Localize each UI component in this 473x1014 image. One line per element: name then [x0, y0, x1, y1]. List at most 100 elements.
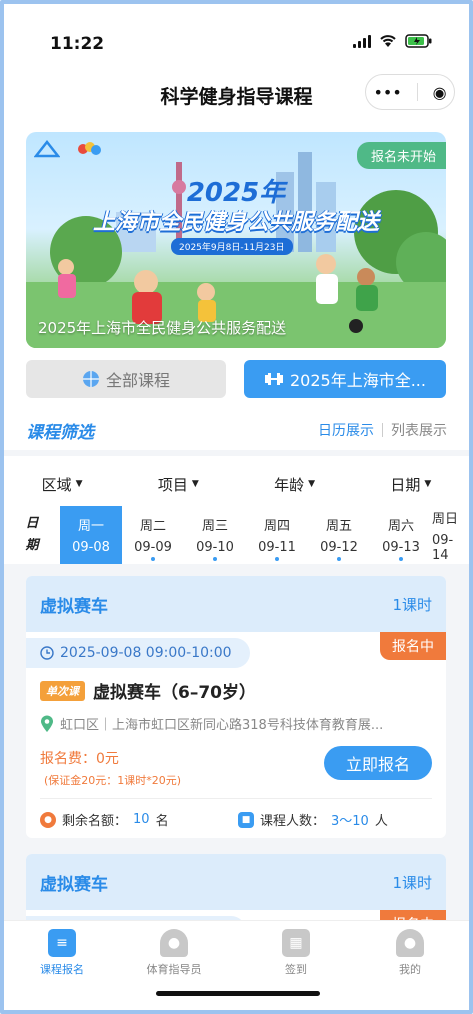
location-text: 虹口区｜上海市虹口区新同心路318号科技体育教育展... — [60, 718, 384, 733]
caret-down-icon: ▼ — [424, 479, 432, 489]
date: 09-11 — [258, 540, 296, 555]
profile-icon: ● — [396, 929, 424, 957]
course-card[interactable]: 虚拟赛车 1课时 2025-09-08 09:00-10:00 报名中 单次课 … — [26, 576, 446, 838]
close-target-icon[interactable]: ◉ — [433, 83, 447, 102]
day-tab[interactable]: 周二 09-09 — [122, 506, 184, 564]
banner-status-tag: 报名未开始 — [356, 142, 446, 169]
date: 09-10 — [196, 540, 234, 555]
filter-dropdowns: 区域 ▼ 项目 ▼ 年龄 ▼ 日期 ▼ — [4, 464, 469, 504]
day-tab[interactable]: 周四 09-11 — [246, 506, 308, 564]
date-dropdown[interactable]: 日期 ▼ — [390, 474, 431, 495]
age-dropdown[interactable]: 年龄 ▼ — [274, 474, 315, 495]
clock-icon — [40, 646, 54, 660]
tab-bar: ≡ 课程报名 ● 体育指导员 ▦ 签到 ● 我的 — [4, 920, 469, 1010]
sport-label: 项目 — [157, 475, 188, 494]
course-category: 虚拟赛车 — [40, 596, 108, 617]
section-divider — [4, 450, 469, 456]
dumbbell-icon — [265, 373, 283, 385]
main-content: 报名未开始 2025年 上海市全民健身公共服务配送 2025年9月8日-11月2… — [4, 120, 469, 920]
filter-title: 课程筛选 — [26, 423, 94, 443]
category-buttons: 全部课程 2025年上海市全... — [26, 360, 446, 398]
banner-dates: 2025年9月8日-11月23日 — [171, 238, 293, 255]
has-course-dot — [213, 557, 217, 561]
course-time-text: 2025-09-08 09:00-10:00 — [60, 645, 232, 661]
fee-label: 报名费： — [40, 751, 96, 767]
signal-icon — [353, 34, 371, 48]
view-switch: 日历展示 列表展示 — [318, 420, 447, 440]
remaining-unit: 名 — [155, 814, 169, 829]
sport-dropdown[interactable]: 项目 ▼ — [158, 474, 199, 495]
wifi-icon — [380, 35, 396, 47]
date: 09-12 — [320, 540, 358, 555]
tab-course-signup[interactable]: ≡ 课程报名 — [22, 929, 102, 977]
promo-banner[interactable]: 报名未开始 2025年 上海市全民健身公共服务配送 2025年9月8日-11月2… — [26, 132, 446, 348]
day-tab[interactable]: 周五 09-12 — [308, 506, 370, 564]
banner-caption: 2025年上海市全民健身公共服务配送 — [38, 319, 287, 337]
class-size-unit: 人 — [374, 814, 388, 829]
course-category: 虚拟赛车 — [40, 874, 108, 895]
remaining-label: 剩余名额： — [62, 814, 128, 829]
program-button[interactable]: 2025年上海市全... — [244, 360, 446, 398]
tab-checkin[interactable]: ▦ 签到 — [256, 929, 336, 977]
day-tab[interactable]: 周一 09-08 — [60, 506, 122, 564]
has-course-dot — [337, 557, 341, 561]
region-dropdown[interactable]: 区域 ▼ — [42, 474, 83, 495]
date: 09-13 — [382, 540, 420, 555]
course-hours: 1课时 — [392, 873, 432, 892]
status-icons — [353, 34, 433, 48]
has-course-dot — [275, 557, 279, 561]
course-list: 虚拟赛车 1课时 2025-09-08 09:00-10:00 报名中 单次课 … — [4, 564, 469, 920]
more-menu-icon[interactable]: ••• — [373, 83, 401, 102]
banner-headline: 上海市全民健身公共服务配送 — [92, 210, 379, 235]
fee-value: 0元 — [96, 751, 119, 767]
has-course-dot — [151, 557, 155, 561]
course-name: 虚拟赛车（6–70岁） — [93, 683, 256, 703]
logo-left — [33, 139, 61, 160]
fee: 报名费：0元 — [40, 748, 119, 768]
course-time: 2025-09-08 09:00-10:00 — [26, 638, 250, 668]
day-selector-label: 日期 — [4, 506, 60, 564]
course-card[interactable]: 虚拟赛车 1课时 报名中 — [26, 854, 446, 920]
capsule-divider — [416, 83, 418, 101]
weekday: 周日 — [432, 511, 459, 527]
weekday: 周二 — [139, 519, 166, 534]
weekday: 周四 — [263, 519, 290, 534]
battery-icon — [405, 34, 432, 48]
weekday: 周六 — [387, 519, 414, 534]
person-icon: ● — [40, 811, 56, 828]
weekday: 周三 — [201, 519, 228, 534]
tab-mine[interactable]: ● 我的 — [370, 929, 450, 977]
list-view-link[interactable]: 列表展示 — [391, 420, 447, 440]
date: 09-14 — [432, 532, 454, 563]
card-header: 虚拟赛车 1课时 — [26, 576, 446, 632]
course-hours: 1课时 — [392, 595, 432, 614]
logo-right — [74, 140, 104, 160]
day-selector: 日期 周一 09-08 周二 09-09 周三 09-10 周四 09-11 周五 09-… — [4, 506, 469, 564]
all-courses-button[interactable]: 全部课程 — [26, 360, 226, 398]
caret-down-icon: ▼ — [308, 479, 316, 489]
day-tab[interactable]: 周日 09-14 — [432, 506, 462, 564]
class-size: ■ 课程人数： 3～10 人 — [238, 810, 388, 829]
class-size-label: 课程人数： — [260, 814, 326, 829]
phone-frame: 11:22 科学健身指导课程 ••• ◉ 报名未开始 2025年 上海市全民健身… — [0, 0, 473, 1014]
calendar-view-link[interactable]: 日历展示 — [318, 420, 374, 440]
day-tab[interactable]: 周六 09-13 — [370, 506, 432, 564]
remaining-value: 10 — [133, 812, 150, 827]
caret-down-icon: ▼ — [191, 479, 199, 489]
tab-instructors[interactable]: ● 体育指导员 — [134, 929, 214, 977]
day-label-1: 日 — [25, 516, 39, 531]
calendar-icon: ▦ — [282, 929, 310, 957]
region-label: 区域 — [41, 475, 72, 494]
age-label: 年龄 — [274, 475, 305, 494]
view-divider — [382, 423, 383, 437]
tab-label: 课程报名 — [40, 963, 84, 976]
remaining-slots: ● 剩余名额： 10 名 — [40, 810, 169, 829]
tab-label: 体育指导员 — [146, 963, 202, 976]
course-type-badge: 单次课 — [40, 680, 85, 701]
caret-down-icon: ▼ — [75, 479, 83, 489]
day-tab[interactable]: 周三 09-10 — [184, 506, 246, 564]
class-size-value: 3～10 — [331, 814, 369, 829]
card-header: 虚拟赛车 1课时 — [26, 854, 446, 910]
signup-button[interactable]: 立即报名 — [324, 746, 432, 780]
deposit-note: (保证金20元：1课时*20元) — [44, 774, 182, 787]
